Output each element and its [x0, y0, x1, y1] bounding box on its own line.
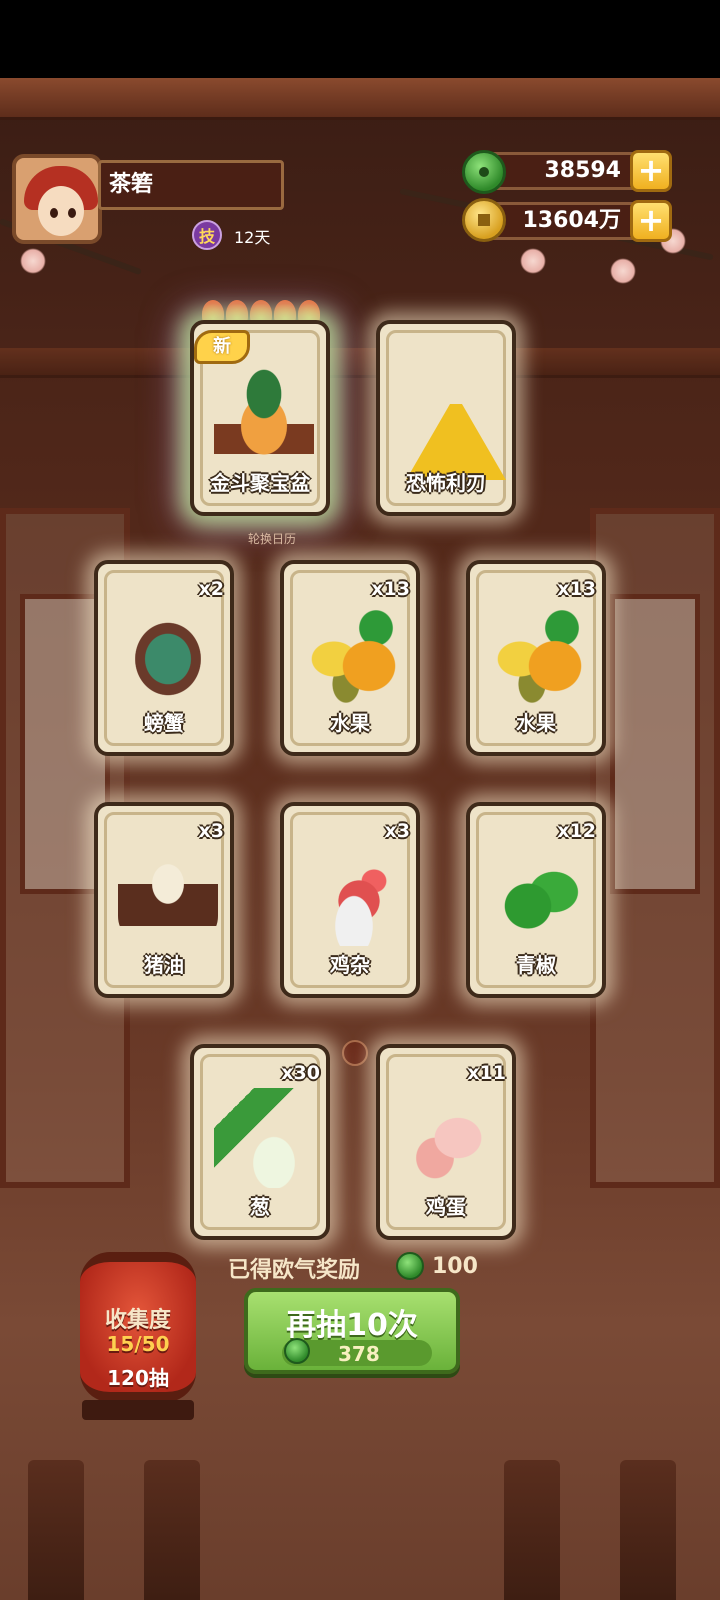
jade-icon	[396, 1252, 424, 1280]
add-jade-button[interactable]: +	[630, 150, 672, 192]
card-label: 水果	[330, 711, 370, 735]
warning-blade-icon	[406, 380, 506, 480]
jade-balance: 38594	[484, 152, 644, 190]
card-4[interactable]: x3 鸡杂	[280, 802, 420, 998]
lard-icon	[118, 846, 218, 946]
collection-lantern[interactable]: 收集度 15/50 120抽	[80, 1252, 196, 1402]
railing-post	[144, 1460, 200, 1600]
blossom	[20, 248, 46, 274]
card-6[interactable]: x30 葱	[190, 1044, 330, 1240]
knot-ornament	[342, 1040, 368, 1066]
railing-post	[620, 1460, 676, 1600]
add-coins-button[interactable]: +	[630, 200, 672, 242]
right-window	[590, 508, 720, 1188]
collection-label: 收集度	[104, 1308, 171, 1333]
collection-draws: 120抽	[107, 1366, 169, 1390]
status-bar	[0, 0, 720, 78]
collection-progress: 15/50	[106, 1332, 170, 1356]
crab-icon	[118, 604, 218, 704]
calendar-label[interactable]: 轮换日历	[248, 530, 296, 547]
card-qty: x11	[467, 1062, 506, 1084]
jade-icon	[462, 150, 506, 194]
card-label: 鸡蛋	[426, 1195, 466, 1219]
egg-icon	[400, 1088, 500, 1188]
card-0[interactable]: x2 螃蟹	[94, 560, 234, 756]
player-name: 茶箬	[98, 160, 284, 210]
card-label: 青椒	[516, 953, 556, 977]
card-featured-1[interactable]: 恐怖利刃	[376, 320, 516, 516]
railing-post	[504, 1460, 560, 1600]
draw-again-button[interactable]: 再抽10次 378	[244, 1288, 460, 1374]
card-label: 恐怖利刃	[406, 471, 486, 495]
scallion-icon	[214, 1088, 314, 1188]
player-avatar[interactable]	[12, 154, 102, 244]
ceiling-beam	[0, 78, 720, 120]
jade-icon	[284, 1338, 310, 1364]
card-label: 猪油	[144, 953, 184, 977]
card-label: 水果	[516, 711, 556, 735]
card-qty: x30	[281, 1062, 320, 1084]
new-badge: 新	[194, 330, 250, 364]
card-label: 鸡杂	[330, 953, 370, 977]
card-qty: x13	[557, 578, 596, 600]
card-2[interactable]: x13 水果	[466, 560, 606, 756]
card-qty: x12	[557, 820, 596, 842]
coin-balance: 13604万	[484, 202, 644, 240]
chicken-icon	[304, 846, 404, 946]
card-label: 金斗聚宝盆	[210, 471, 310, 495]
card-1[interactable]: x13 水果	[280, 560, 420, 756]
card-qty: x13	[371, 578, 410, 600]
blossom	[520, 248, 546, 274]
card-qty: x3	[384, 820, 410, 842]
blossom	[610, 258, 636, 284]
wall-beam	[0, 348, 720, 378]
draw-button-label: 再抽10次	[286, 1308, 418, 1343]
card-7[interactable]: x11 鸡蛋	[376, 1044, 516, 1240]
draw-cost: 378	[338, 1342, 380, 1366]
fruit-icon	[490, 604, 590, 704]
card-5[interactable]: x12 青椒	[466, 802, 606, 998]
card-label: 葱	[250, 1195, 270, 1219]
card-qty: x3	[198, 820, 224, 842]
reward-label: 已得欧气奖励	[228, 1258, 361, 1283]
treasure-bowl-icon	[214, 364, 314, 464]
skill-days: 12天	[234, 228, 271, 247]
fruit-icon	[304, 604, 404, 704]
lantern-stand	[82, 1400, 194, 1420]
card-3[interactable]: x3 猪油	[94, 802, 234, 998]
reward-value: 100	[432, 1254, 478, 1279]
card-qty: x2	[198, 578, 224, 600]
card-label: 螃蟹	[144, 711, 184, 735]
railing-post	[28, 1460, 84, 1600]
green-pepper-icon	[490, 846, 590, 946]
coin-icon	[462, 198, 506, 242]
skill-icon[interactable]: 技	[192, 220, 222, 250]
